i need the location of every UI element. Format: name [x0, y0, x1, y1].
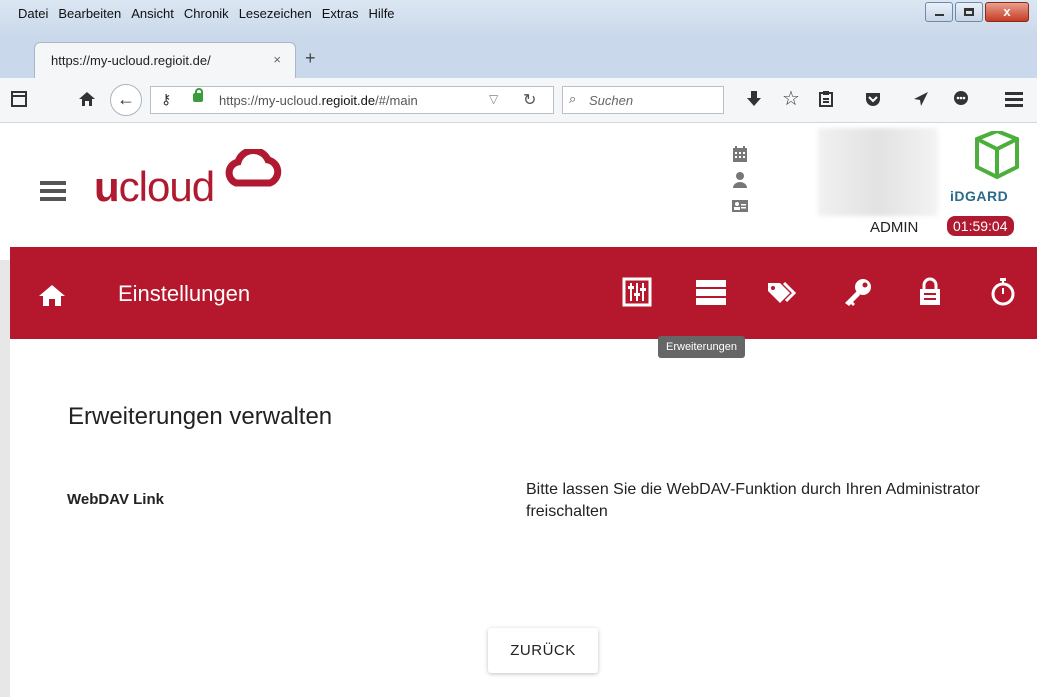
navbar-title: Einstellungen: [118, 281, 251, 306]
user-role-label: ADMIN: [870, 219, 919, 236]
webdav-info-message: Bitte lassen Sie die WebDAV-Funktion dur…: [526, 481, 980, 520]
window-icon[interactable]: [10, 90, 28, 108]
menu-bearbeiten[interactable]: Bearbeiten: [58, 6, 121, 21]
extensions-server-icon[interactable]: [694, 277, 728, 307]
extensions-tooltip: Erweiterungen: [658, 336, 745, 358]
settings-navbar: Einstellungen: [10, 247, 1037, 339]
page-title: Erweiterungen verwalten: [68, 403, 333, 430]
maximize-button[interactable]: [955, 2, 983, 22]
url-dropdown-icon[interactable]: ▽: [489, 92, 498, 106]
calendar-icon[interactable]: [732, 145, 748, 163]
user-icon[interactable]: [732, 171, 748, 189]
download-icon[interactable]: [746, 90, 762, 108]
back-button-zurueck[interactable]: ZURÜCK: [488, 628, 598, 673]
close-window-button[interactable]: x: [985, 2, 1029, 22]
session-timer-badge: 01:59:04: [947, 216, 1014, 236]
back-button[interactable]: ←: [110, 84, 142, 116]
reload-icon[interactable]: ↻: [523, 90, 536, 110]
search-box[interactable]: ⌕ Suchen: [562, 86, 724, 114]
pocket-icon[interactable]: [864, 90, 882, 108]
reading-list-icon[interactable]: [818, 90, 834, 108]
menu-ansicht[interactable]: Ansicht: [131, 6, 174, 21]
key-icon: ⚷: [161, 91, 172, 107]
minimize-icon: [935, 14, 944, 16]
home-icon[interactable]: [38, 283, 66, 307]
window-controls: x: [925, 2, 1029, 22]
menu-hilfe[interactable]: Hilfe: [369, 6, 395, 21]
menu-chronik[interactable]: Chronik: [184, 6, 229, 21]
send-icon[interactable]: [912, 90, 930, 108]
webdav-link-label: WebDAV Link: [67, 491, 164, 508]
sliders-icon[interactable]: [622, 277, 652, 307]
search-icon: ⌕: [569, 91, 577, 106]
menu-bar: Datei Bearbeiten Ansicht Chronik Lesezei…: [18, 6, 405, 21]
browser-tab[interactable]: https://my-ucloud.regioit.de/ ×: [34, 42, 296, 78]
browser-toolbar: ← ⚷ https://my-ucloud.regioit.de/#/main …: [0, 78, 1037, 123]
home-button-icon[interactable]: [78, 90, 96, 108]
lock-icon: [193, 88, 203, 102]
tab-strip: https://my-ucloud.regioit.de/ × +: [0, 38, 1037, 78]
url-bar[interactable]: ⚷ https://my-ucloud.regioit.de/#/main ▽ …: [150, 86, 554, 114]
url-text: https://my-ucloud.regioit.de/#/main: [219, 93, 418, 108]
minimize-button[interactable]: [925, 2, 953, 22]
tags-icon[interactable]: [766, 277, 800, 307]
window-titlebar: Datei Bearbeiten Ansicht Chronik Lesezei…: [0, 0, 1037, 39]
contact-card-icon[interactable]: [732, 197, 748, 215]
tab-close-icon[interactable]: ×: [273, 52, 281, 67]
bookmark-star-icon[interactable]: ☆: [782, 86, 800, 111]
menu-datei[interactable]: Datei: [18, 6, 48, 21]
lock-icon[interactable]: [918, 277, 942, 307]
hamburger-menu-icon[interactable]: [40, 181, 66, 205]
tab-title: https://my-ucloud.regioit.de/: [51, 53, 211, 68]
new-tab-button[interactable]: +: [305, 48, 316, 69]
cloud-logo-icon: [225, 149, 282, 187]
search-placeholder: Suchen: [589, 93, 634, 108]
header-icon-column: [732, 145, 748, 215]
maximize-icon: [964, 8, 974, 16]
menu-extras[interactable]: Extras: [322, 6, 359, 21]
key-icon[interactable]: [842, 277, 874, 307]
menu-icon[interactable]: [1005, 91, 1023, 107]
blurred-user-avatar: [818, 128, 938, 216]
menu-lesezeichen[interactable]: Lesezeichen: [239, 6, 312, 21]
stopwatch-icon[interactable]: [990, 277, 1016, 307]
web-page: ucloud iDGARD ADMIN 01:59:04 Einstellung…: [10, 123, 1037, 697]
idgard-brand-text: iDGARD: [950, 188, 1009, 204]
chat-icon[interactable]: [952, 90, 970, 108]
ucloud-logo[interactable]: ucloud: [94, 163, 215, 211]
